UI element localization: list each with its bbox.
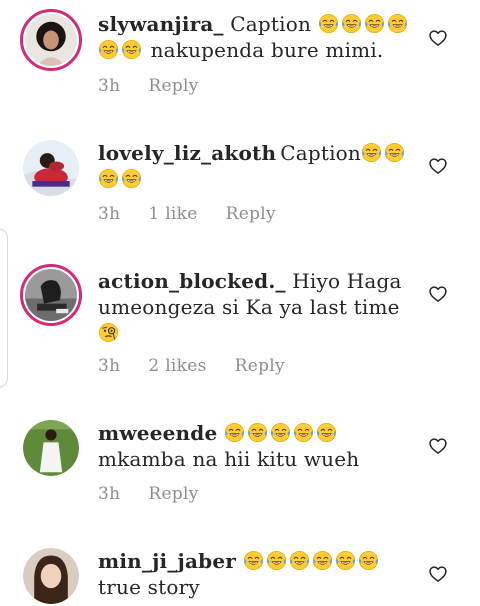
heart-outline-icon (428, 284, 448, 304)
comment-text: lovely_liz_akoth Caption (98, 140, 418, 192)
face-with-tears-of-joy-icon (266, 550, 287, 571)
comment-username[interactable]: mweeende (98, 421, 217, 445)
comment-username[interactable]: lovely_liz_akoth (98, 141, 276, 165)
comment-time: 3h (98, 204, 121, 224)
avatar[interactable] (20, 9, 82, 71)
like-button[interactable] (428, 284, 448, 304)
like-button[interactable] (428, 28, 448, 48)
heart-outline-icon (428, 436, 448, 456)
reply-button[interactable]: Reply (235, 356, 285, 376)
face-with-tears-of-joy-icon (335, 550, 356, 571)
face-with-tears-of-joy-icon (318, 13, 339, 34)
heart-outline-icon (428, 564, 448, 584)
comment-likes[interactable]: 2 likes (148, 356, 206, 376)
avatar[interactable] (23, 548, 79, 604)
face-with-tears-of-joy-icon (121, 168, 142, 189)
face-with-tears-of-joy-icon (289, 550, 310, 571)
comment-caption: true story (98, 575, 200, 599)
face-with-tears-of-joy-icon (243, 550, 264, 571)
like-button[interactable] (428, 436, 448, 456)
heart-outline-icon (428, 28, 448, 48)
face-with-tears-of-joy-icon (387, 13, 408, 34)
comment-time: 3h (98, 484, 121, 504)
comment-username[interactable]: min_ji_jaber (98, 549, 236, 573)
face-with-tears-of-joy-icon (293, 422, 314, 443)
avatar[interactable] (23, 140, 79, 196)
comment-caption: Caption (230, 12, 312, 36)
comment-meta: 3h Reply (98, 484, 227, 504)
comment-caption-continued: umeongeza si Ka ya last time (98, 295, 400, 319)
comment-text: min_ji_jaber true story (98, 548, 418, 600)
comments-panel: slywanjira_ Caption nakupenda bure mimi.… (0, 0, 480, 606)
reply-button[interactable]: Reply (148, 484, 198, 504)
reply-button[interactable]: Reply (226, 204, 276, 224)
comment-time: 3h (98, 76, 121, 96)
face-with-tears-of-joy-icon (312, 550, 333, 571)
like-button[interactable] (428, 564, 448, 584)
avatar[interactable] (20, 264, 82, 326)
scroll-edge (0, 228, 8, 388)
face-with-tears-of-joy-icon (364, 13, 385, 34)
avatar-image (23, 548, 79, 604)
avatar-image (25, 14, 77, 66)
face-with-tears-of-joy-icon (98, 39, 119, 60)
comment-caption-continued: nakupenda bure mimi. (150, 38, 384, 62)
comment-time: 3h (98, 356, 121, 376)
face-with-tears-of-joy-icon (224, 422, 245, 443)
avatar-image (25, 269, 77, 321)
face-with-tears-of-joy-icon (98, 168, 119, 189)
like-button[interactable] (428, 156, 448, 176)
face-with-tears-of-joy-icon (121, 39, 142, 60)
face-with-tears-of-joy-icon (358, 550, 379, 571)
face-with-tears-of-joy-icon (341, 13, 362, 34)
comment-meta: 3h 2 likes Reply (98, 356, 313, 376)
comment-caption: mkamba na hii kitu wueh (98, 447, 360, 471)
comment-text: slywanjira_ Caption nakupenda bure mimi. (98, 11, 418, 63)
comment-likes[interactable]: 1 like (148, 204, 197, 224)
face-with-tears-of-joy-icon (384, 142, 405, 163)
comment-meta: 3h Reply (98, 76, 227, 96)
reply-button[interactable]: Reply (148, 76, 198, 96)
comment-meta: 3h 1 like Reply (98, 204, 304, 224)
comment-caption: Hiyo Haga (292, 269, 402, 293)
avatar-image (23, 140, 79, 196)
face-with-tears-of-joy-icon (361, 142, 382, 163)
avatar-image (23, 420, 79, 476)
comment-text: mweeende mkamba na hii kitu wueh (98, 420, 418, 472)
face-with-tears-of-joy-icon (270, 422, 291, 443)
face-with-tears-of-joy-icon (316, 422, 337, 443)
comment-username[interactable]: slywanjira_ (98, 12, 224, 36)
heart-outline-icon (428, 156, 448, 176)
face-with-tears-of-joy-icon (247, 422, 268, 443)
comment-text: action_blocked._ Hiyo Haga umeongeza si … (98, 268, 418, 346)
comment-username[interactable]: action_blocked._ (98, 269, 286, 293)
face-with-monocle-icon (98, 322, 119, 343)
comment-caption: Caption (280, 141, 361, 165)
avatar[interactable] (23, 420, 79, 476)
